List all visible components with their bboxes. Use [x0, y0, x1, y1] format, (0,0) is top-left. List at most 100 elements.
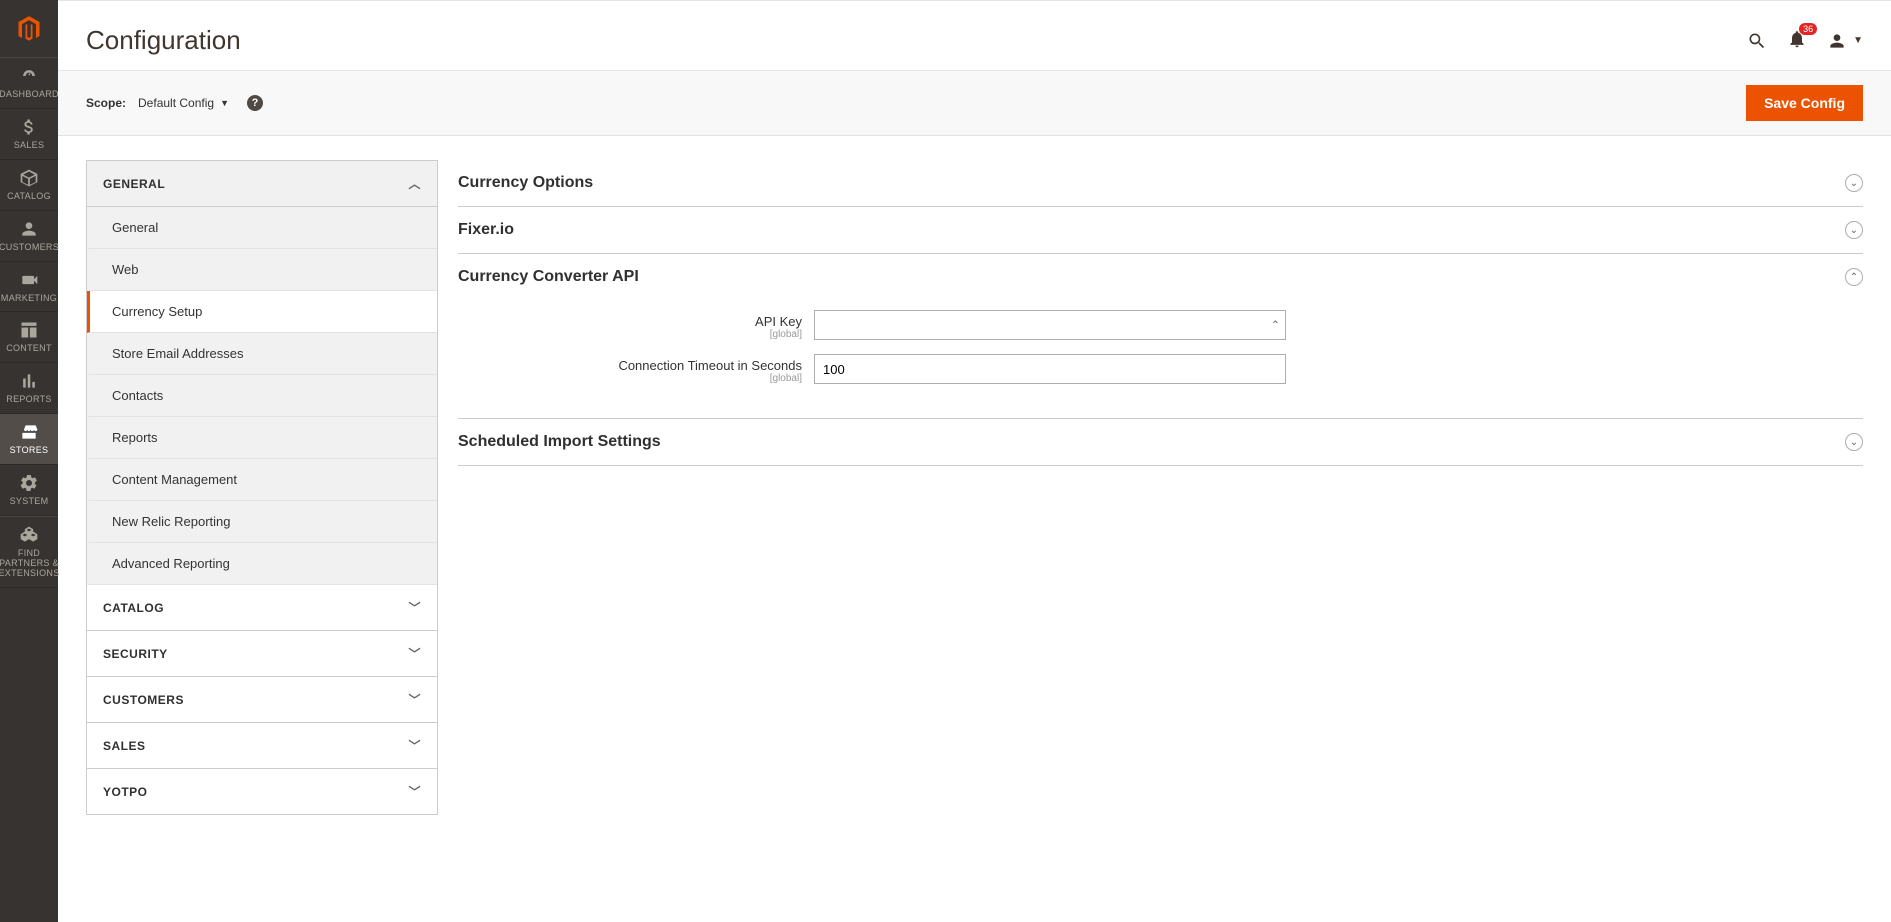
field-input[interactable] [814, 354, 1286, 384]
chevron-down-icon: ﹀ [408, 737, 421, 754]
scope-select[interactable]: Default Config ▼ [138, 96, 229, 110]
tab-item-currency-setup[interactable]: Currency Setup [87, 291, 437, 333]
help-icon[interactable]: ? [247, 95, 263, 111]
page-header: Configuration 36 ▼ [58, 0, 1891, 70]
section-title: Scheduled Import Settings [458, 433, 661, 451]
field-label: Connection Timeout in Seconds [458, 358, 802, 373]
nav-dashboard[interactable]: DASHBOARD [0, 58, 58, 109]
chevron-down-icon: ﹀ [408, 645, 421, 662]
section-header[interactable]: Scheduled Import Settings ⌄ [458, 419, 1863, 465]
tab-group-label: GENERAL [103, 177, 165, 191]
nav-label: DASHBOARD [0, 90, 59, 100]
section-header[interactable]: Currency Converter API ⌃ [458, 254, 1863, 300]
magento-logo-icon [15, 15, 43, 43]
tab-items: GeneralWebCurrency SetupStore Email Addr… [87, 207, 437, 585]
scope-value: Default Config [138, 96, 214, 110]
nav-label: REPORTS [6, 395, 51, 405]
section-scheduled-import-settings: Scheduled Import Settings ⌄ [458, 419, 1863, 466]
bars-icon [19, 371, 39, 391]
nav-system[interactable]: SYSTEM [0, 465, 58, 516]
user-icon [1827, 31, 1847, 51]
tab-group-sales[interactable]: SALES﹀ [87, 723, 437, 769]
tab-item-advanced-reporting[interactable]: Advanced Reporting [87, 543, 437, 585]
save-config-button[interactable]: Save Config [1746, 85, 1863, 121]
nav-reports[interactable]: REPORTS [0, 363, 58, 414]
chevron-down-icon: ▼ [220, 98, 229, 108]
admin-sidebar: DASHBOARD SALES CATALOG CUSTOMERS MARKETING C… [0, 0, 58, 922]
nav-content[interactable]: CONTENT [0, 312, 58, 363]
nav-sales[interactable]: SALES [0, 109, 58, 160]
nav-label: CATALOG [7, 192, 51, 202]
section-toggle-icon: ⌄ [1845, 174, 1863, 192]
field-scope: [global] [458, 329, 802, 340]
field-api-key: API Key[global] ⌃ [458, 310, 1863, 340]
nav-label: FIND PARTNERS & EXTENSIONS [0, 549, 60, 579]
tab-group-yotpo[interactable]: YOTPO ﹀ [87, 769, 437, 814]
main-content: Configuration 36 ▼ Scope: Default Config… [58, 0, 1891, 839]
nav-catalog[interactable]: CATALOG [0, 160, 58, 211]
field-label: API Key [458, 314, 802, 329]
field-input[interactable] [814, 310, 1286, 340]
tab-item-web[interactable]: Web [87, 249, 437, 291]
chevron-down-icon: ▼ [1853, 35, 1863, 46]
tab-item-store-email-addresses[interactable]: Store Email Addresses [87, 333, 437, 375]
section-toggle-icon: ⌃ [1845, 268, 1863, 286]
nav-label: MARKETING [1, 294, 57, 304]
config-sections: Currency Options⌄Fixer.io⌄Currency Conve… [458, 160, 1863, 466]
tab-group-security[interactable]: SECURITY ﹀ [87, 631, 437, 677]
tab-item-contacts[interactable]: Contacts [87, 375, 437, 417]
megaphone-icon [19, 270, 39, 290]
chevron-down-icon: ﹀ [408, 691, 421, 708]
magento-logo[interactable] [0, 0, 58, 58]
box-icon [19, 168, 39, 188]
field-input-col: ⌃ [814, 310, 1286, 340]
scope-label: Scope: [86, 96, 126, 110]
nav-label: CONTENT [6, 344, 52, 354]
field-label-col: Connection Timeout in Seconds[global] [458, 354, 814, 384]
tab-group-general[interactable]: GENERAL ︿ [87, 161, 437, 207]
section-header[interactable]: Currency Options ⌄ [458, 160, 1863, 206]
tab-group-customers[interactable]: CUSTOMERS ﹀ [87, 677, 437, 723]
notification-badge: 36 [1799, 23, 1817, 35]
section-title: Currency Options [458, 174, 593, 192]
tab-item-new-relic-reporting[interactable]: New Relic Reporting [87, 501, 437, 543]
section-toggle-icon: ⌄ [1845, 221, 1863, 239]
cubes-icon [19, 525, 39, 545]
section-body: API Key[global]⌃Connection Timeout in Se… [458, 300, 1863, 418]
section-toggle-icon: ⌄ [1845, 433, 1863, 451]
section-fixer-io: Fixer.io⌄ [458, 207, 1863, 254]
nav-stores[interactable]: STORES [0, 414, 58, 465]
chevron-down-icon: ﹀ [408, 783, 421, 800]
field-scope: [global] [458, 373, 802, 384]
person-icon [19, 219, 39, 239]
search-icon[interactable] [1747, 31, 1767, 51]
section-title: Currency Converter API [458, 268, 639, 286]
tab-group-label: CUSTOMERS [103, 693, 184, 707]
nav-customers[interactable]: CUSTOMERS [0, 211, 58, 262]
header-actions: 36 ▼ [1747, 29, 1863, 52]
notifications-icon[interactable]: 36 [1787, 29, 1807, 52]
reveal-icon[interactable]: ⌃ [1271, 319, 1280, 332]
field-input-col [814, 354, 1286, 384]
nav-find-partners-extensions[interactable]: FIND PARTNERS & EXTENSIONS [0, 516, 58, 588]
section-currency-options: Currency Options ⌄ [458, 160, 1863, 207]
content-area: GENERAL ︿ GeneralWebCurrency SetupStore Em… [58, 136, 1891, 839]
tab-group-label: CATALOG [103, 601, 164, 615]
section-currency-converter-api: Currency Converter API⌃API Key[global]⌃C… [458, 254, 1863, 419]
nav-label: SYSTEM [10, 497, 49, 507]
store-icon [19, 422, 39, 442]
nav-label: CUSTOMERS [0, 243, 59, 253]
chevron-down-icon: ﹀ [408, 599, 421, 616]
chevron-up-icon: ︿ [408, 175, 421, 192]
tab-item-content-management[interactable]: Content Management [87, 459, 437, 501]
tab-group-label: YOTPO [103, 785, 148, 799]
tab-item-reports[interactable]: Reports [87, 417, 437, 459]
tab-group-label: SECURITY [103, 647, 168, 661]
tab-group-catalog[interactable]: CATALOG ﹀ [87, 585, 437, 631]
dollar-icon [19, 117, 39, 137]
section-header[interactable]: Fixer.io⌄ [458, 207, 1863, 253]
tab-item-general[interactable]: General [87, 207, 437, 249]
field-connection-timeout-in-seconds: Connection Timeout in Seconds[global] [458, 354, 1863, 384]
account-menu[interactable]: ▼ [1827, 31, 1863, 51]
nav-marketing[interactable]: MARKETING [0, 262, 58, 313]
